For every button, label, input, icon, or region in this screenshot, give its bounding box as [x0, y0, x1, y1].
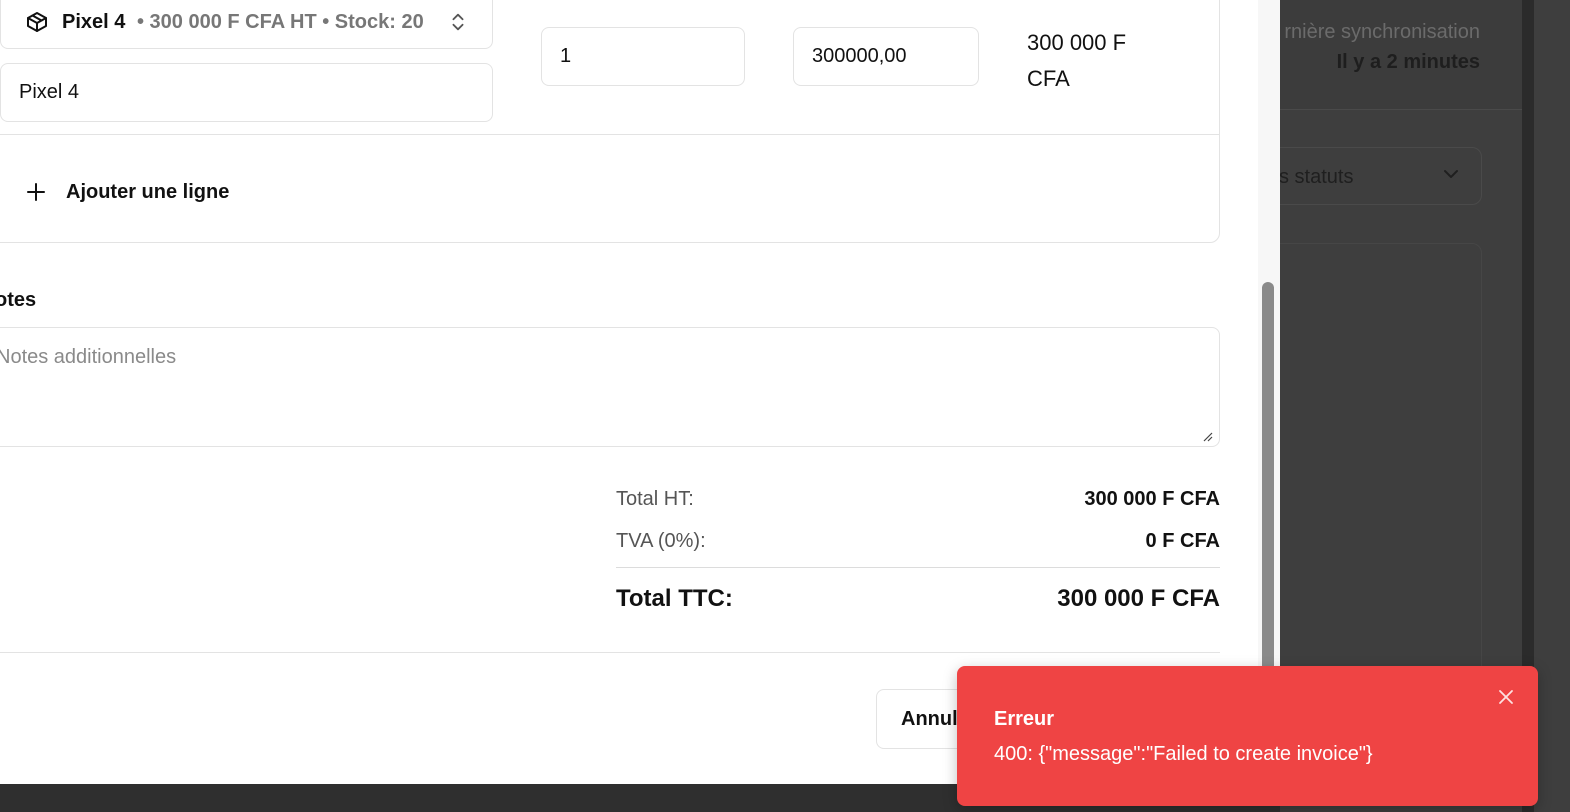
status-filter-select: s statuts: [1260, 147, 1482, 205]
totals-divider: [616, 567, 1220, 568]
close-icon[interactable]: [1496, 687, 1516, 707]
notes-placeholder: Notes additionnelles: [0, 346, 177, 368]
package-icon: [27, 12, 47, 32]
notes-label: otes: [0, 289, 37, 311]
line-total: 300 000 F CFA: [1027, 30, 1127, 91]
cancel-button-label: Annul: [901, 707, 958, 730]
line-description-input[interactable]: Pixel 4: [0, 63, 493, 122]
line-row-divider: [0, 134, 1220, 135]
total-ttc-row: Total TTC: 300 000 F CFA: [616, 585, 1220, 613]
total-ttc-label: Total TTC:: [616, 585, 733, 612]
tva-row: TVA (0%): 0 F CFA: [616, 530, 1220, 553]
product-select[interactable]: Pixel 4 • 300 000 F CFA HT • Stock: 20: [0, 0, 493, 49]
total-ht-label: Total HT:: [616, 488, 694, 510]
unit-price-value: 300000,00: [812, 45, 907, 67]
footer-divider: [0, 652, 1220, 653]
status-filter-label: s statuts: [1279, 166, 1354, 188]
last-sync-value: Il y a 2 minutes: [1336, 51, 1480, 73]
unit-price-input[interactable]: 300000,00: [793, 27, 979, 86]
total-ht-value: 300 000 F CFA: [1084, 488, 1220, 510]
line-description-value: Pixel 4: [19, 81, 80, 103]
quantity-value: 1: [560, 45, 572, 67]
tva-value: 0 F CFA: [1145, 530, 1220, 552]
notes-textarea[interactable]: Notes additionnelles: [0, 327, 1220, 447]
total-ht-row: Total HT: 300 000 F CFA: [616, 488, 1220, 511]
product-price-stock: • 300 000 F CFA HT • Stock: 20: [137, 11, 424, 33]
background-header: rnière synchronisation Il y a 2 minutes: [1280, 0, 1522, 110]
add-line-label: Ajouter une ligne: [66, 180, 230, 203]
resize-handle-icon[interactable]: [1201, 430, 1213, 442]
modal-scrollbar-thumb[interactable]: [1262, 282, 1274, 682]
add-line-button[interactable]: Ajouter une ligne: [24, 174, 229, 210]
total-ttc-value: 300 000 F CFA: [1057, 585, 1220, 612]
toast-title: Erreur: [994, 708, 1055, 730]
chevron-down-icon: [1444, 170, 1458, 178]
error-toast: Erreur 400: {"message":"Failed to create…: [957, 666, 1538, 806]
plus-icon: [27, 183, 45, 201]
product-name: Pixel 4: [62, 11, 126, 33]
chevron-up-down-icon: [452, 13, 464, 31]
quantity-input[interactable]: 1: [541, 27, 745, 86]
last-sync-label: rnière synchronisation: [1284, 21, 1480, 43]
tva-label: TVA (0%):: [616, 530, 706, 552]
toast-message: 400: {"message":"Failed to create invoic…: [994, 743, 1373, 765]
